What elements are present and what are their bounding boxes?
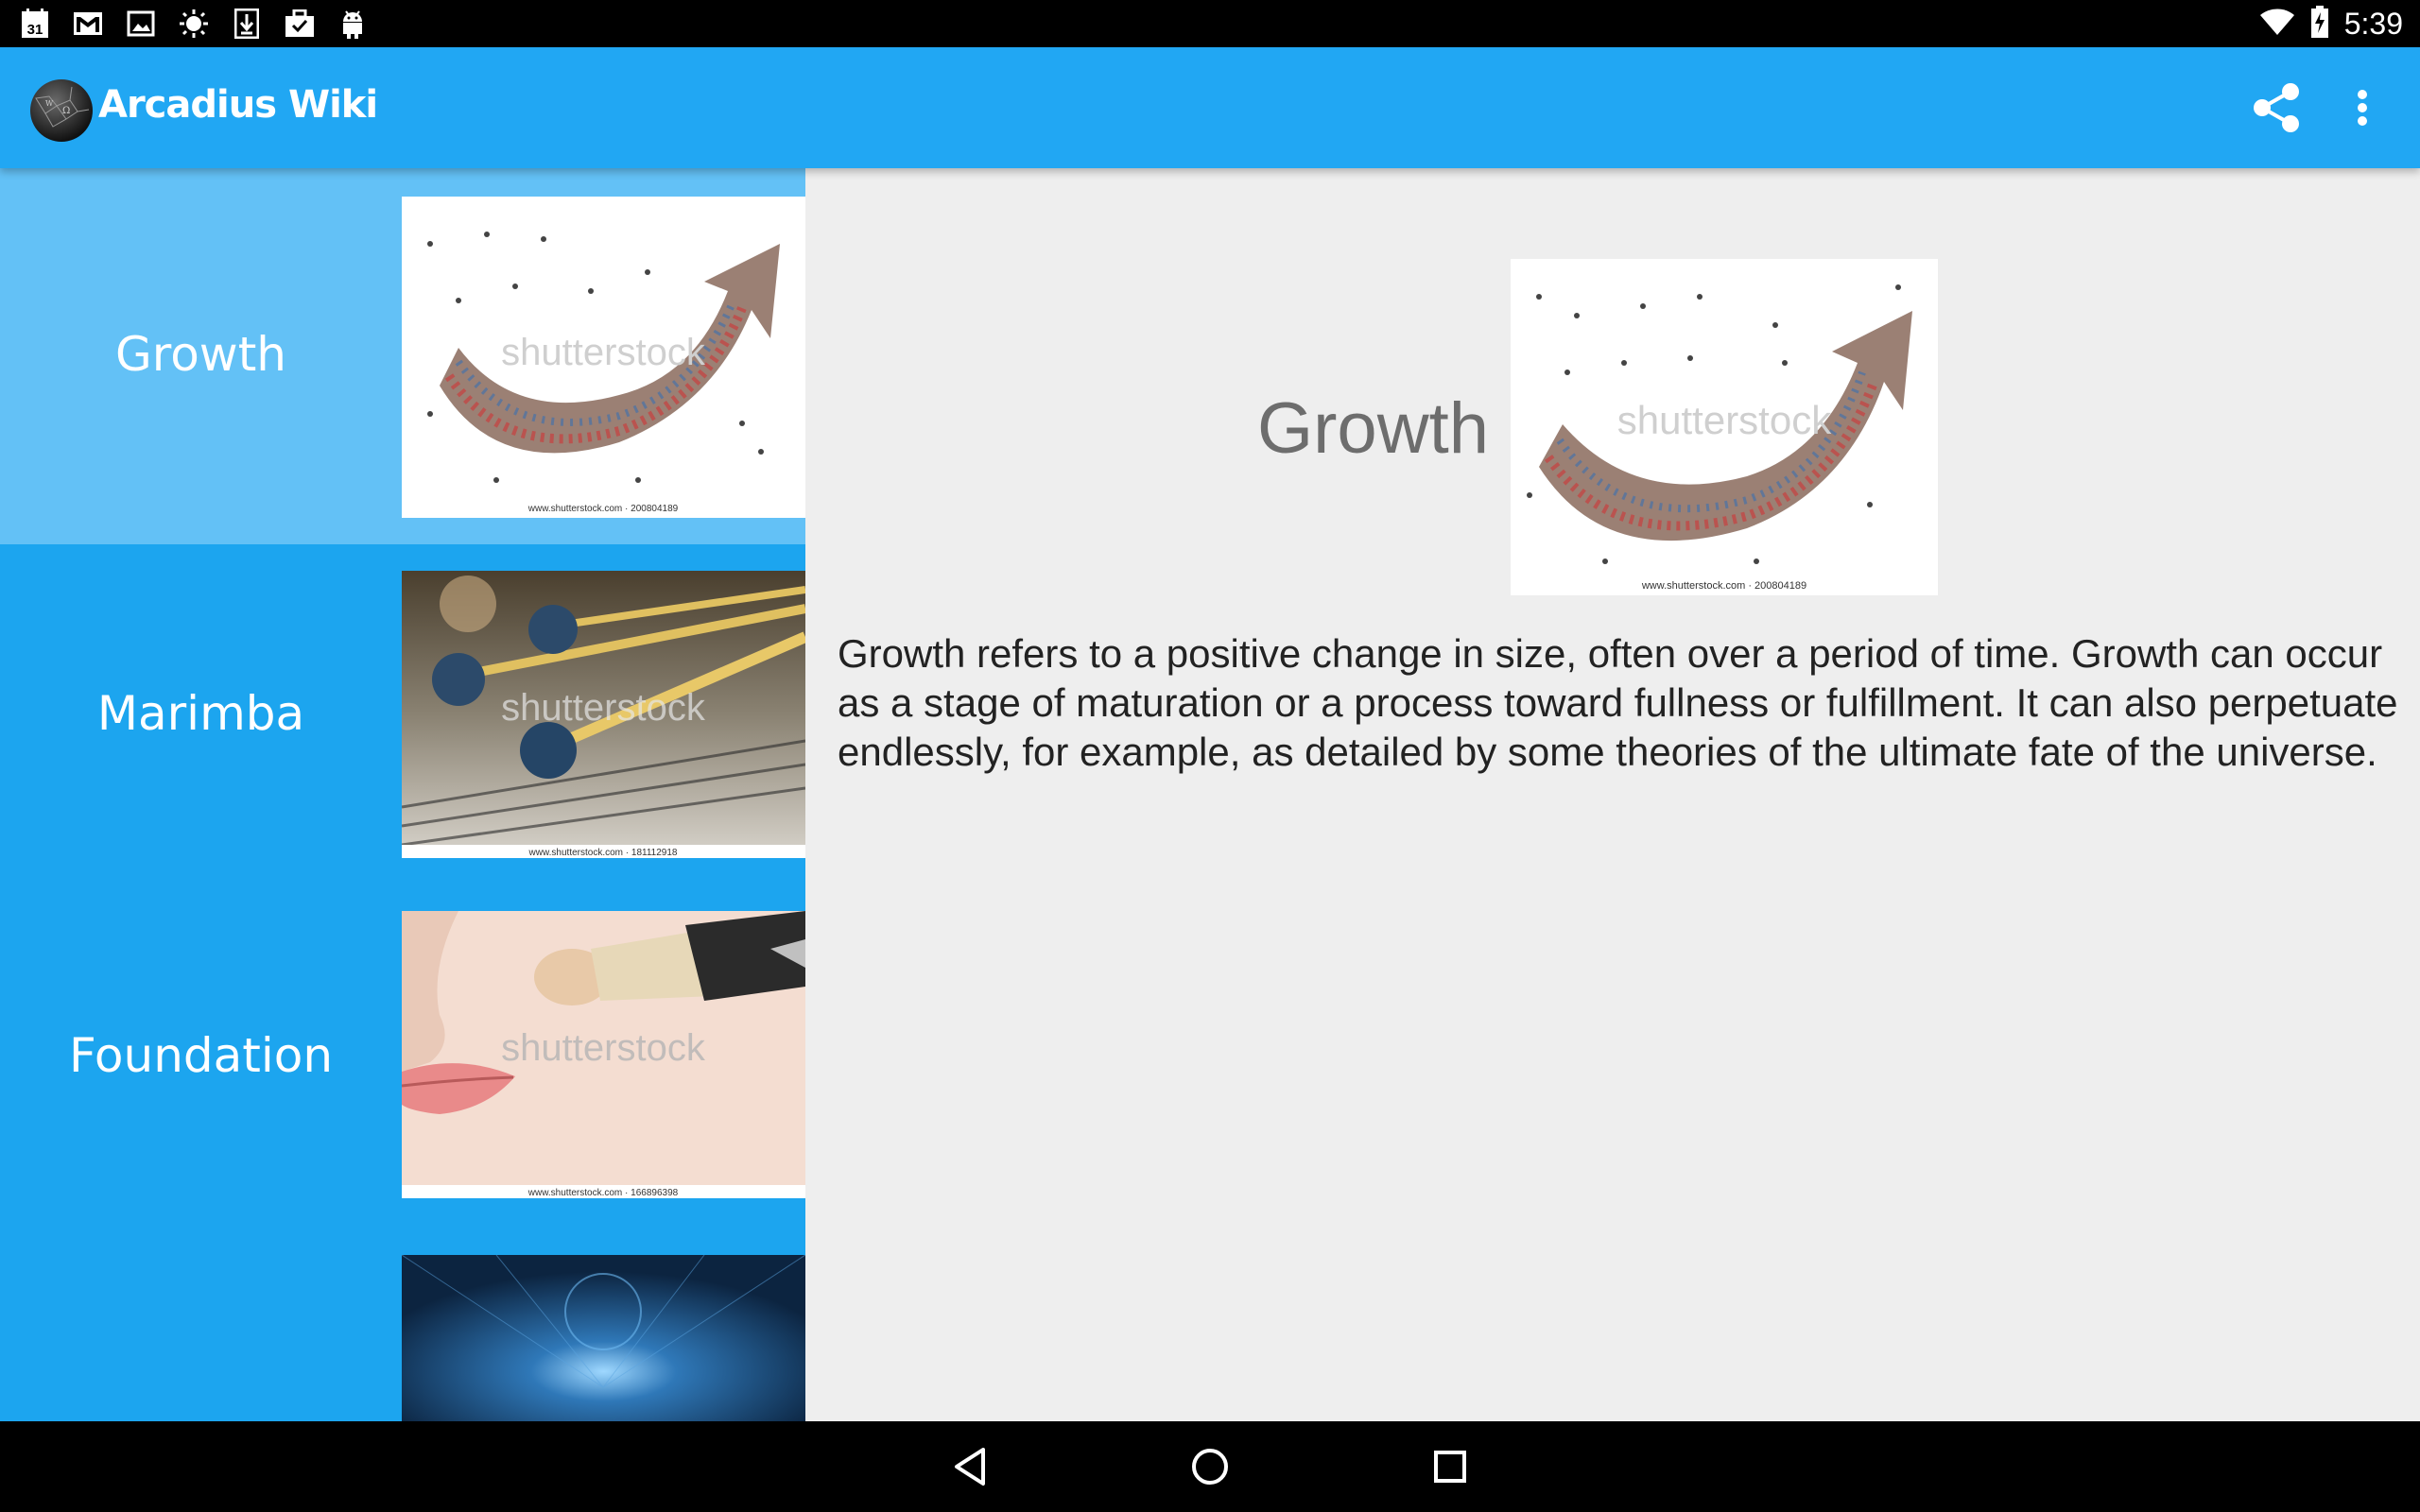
svg-text:W: W — [45, 99, 54, 108]
image-watermark: shutterstock — [1617, 398, 1832, 442]
briefcase-icon — [284, 8, 316, 40]
wifi-icon — [2259, 8, 2295, 41]
app-bar: Ω W Arcadius Wiki — [0, 47, 2420, 168]
thumbnail-caption: www.shutterstock.com · 166896398 — [527, 1188, 679, 1198]
list-item-label: Foundation — [68, 1028, 334, 1083]
article-title: Growth — [1257, 388, 1489, 469]
back-icon — [955, 1448, 985, 1486]
image-caption: www.shutterstock.com · 200804189 — [1641, 580, 1806, 592]
calendar-day-text: 31 — [27, 22, 43, 38]
calendar-icon: 31 — [19, 8, 51, 40]
recents-icon — [1434, 1451, 1466, 1483]
list-item-foundation[interactable]: Foundation shutterstock www.shutterstock… — [0, 886, 805, 1228]
article-image: shutterstock www.shutterstock.com · 2008… — [1511, 259, 1938, 595]
brightness-icon — [178, 8, 210, 40]
more-options-button[interactable] — [2339, 79, 2386, 136]
list-item-growth[interactable]: Growth shutterstock www.shutterstock.com… — [0, 168, 805, 544]
notification-icons: 31 — [19, 8, 369, 40]
gmail-icon — [72, 8, 104, 40]
thumbnail-watermark: shutterstock — [501, 687, 706, 729]
share-icon — [2254, 83, 2299, 132]
android-icon — [337, 8, 369, 40]
photos-icon — [125, 8, 157, 40]
recents-button[interactable] — [1422, 1438, 1478, 1495]
list-item-label: Marimba — [96, 686, 305, 741]
clock: 5:39 — [2343, 6, 2403, 41]
app-logo: Ω W — [28, 77, 95, 144]
list-item-marimba[interactable]: Marimba shutterstock www.shutterstock.co… — [0, 544, 805, 886]
article-detail: Growth shutterstock www.shutterstock.com… — [805, 168, 2420, 1421]
download-icon — [231, 8, 263, 40]
thumbnail-caption: www.shutterstock.com · 181112918 — [528, 848, 678, 858]
article-body: Growth refers to a positive change in si… — [838, 631, 2398, 774]
more-vert-icon — [2358, 90, 2367, 126]
article-list: Growth shutterstock www.shutterstock.com… — [0, 168, 805, 1421]
status-bar: 31 5:39 — [0, 0, 2420, 47]
thumbnail-marimba: shutterstock www.shutterstock.com · 1811… — [402, 571, 805, 858]
navigation-bar — [0, 1421, 2420, 1512]
thumbnail-partial — [402, 1255, 805, 1421]
home-icon — [1192, 1449, 1228, 1485]
app-title: Arcadius Wiki — [98, 83, 378, 127]
battery-charging-icon — [2310, 5, 2329, 43]
list-item-label: Growth — [115, 327, 286, 382]
list-item-partial[interactable] — [0, 1228, 805, 1421]
home-button[interactable] — [1182, 1438, 1238, 1495]
svg-text:Ω: Ω — [62, 106, 70, 116]
back-button[interactable] — [942, 1438, 998, 1495]
thumbnail-foundation: shutterstock www.shutterstock.com · 1668… — [402, 911, 805, 1198]
thumbnail-growth: shutterstock www.shutterstock.com · 2008… — [402, 197, 805, 518]
thumbnail-watermark: shutterstock — [501, 332, 706, 373]
thumbnail-watermark: shutterstock — [501, 1027, 706, 1069]
share-button[interactable] — [2248, 79, 2305, 136]
thumbnail-caption: www.shutterstock.com · 200804189 — [527, 504, 679, 514]
